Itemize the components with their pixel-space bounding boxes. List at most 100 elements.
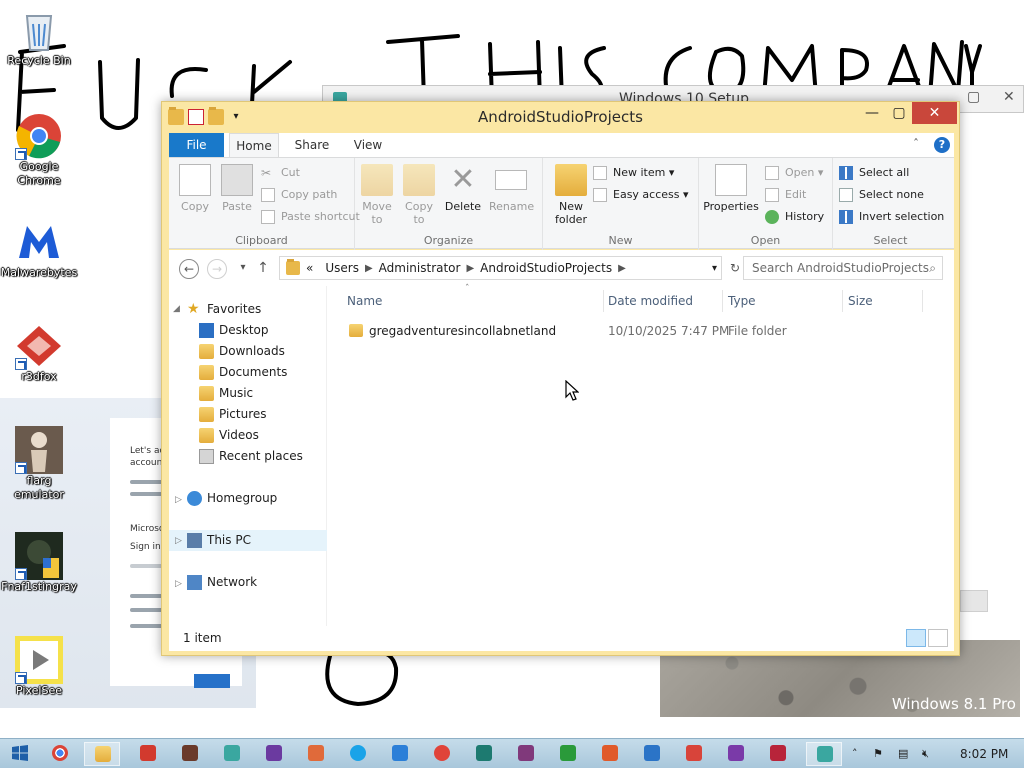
nav-item-pictures[interactable]: Pictures xyxy=(197,404,267,425)
taskbar-app-6[interactable] xyxy=(382,742,418,766)
close-button[interactable]: ✕ xyxy=(912,102,957,124)
help-button[interactable]: ? xyxy=(934,137,950,153)
move-to-button[interactable]: Move to xyxy=(355,164,399,226)
desktop-icon-flarg-emulator[interactable]: flarg emulator xyxy=(0,426,78,502)
navigation-pane[interactable]: ◢ ★ Favorites Desktop Downloads Document… xyxy=(169,286,327,626)
recent-locations-dropdown[interactable]: ▾ xyxy=(233,259,253,279)
large-icons-view-button[interactable] xyxy=(928,629,948,647)
nav-item-downloads[interactable]: Downloads xyxy=(197,341,285,362)
edit-button[interactable]: Edit xyxy=(765,185,806,205)
action-center-flag-icon[interactable]: ⚑ xyxy=(873,747,883,760)
easy-access-button[interactable]: Easy access ▾ xyxy=(593,185,689,205)
back-button[interactable]: ← xyxy=(179,259,199,279)
nav-item-documents[interactable]: Documents xyxy=(197,362,287,383)
file-list[interactable]: ˆ Name Date modified Type Size gregadven… xyxy=(329,284,954,626)
desktop-icon-pixelsee[interactable]: PixelSee xyxy=(0,636,78,698)
tab-view[interactable]: View xyxy=(345,133,391,157)
breadcrumb-overflow[interactable]: « xyxy=(300,261,319,275)
rename-button[interactable]: Rename xyxy=(489,164,534,213)
desktop-icon-recycle-bin[interactable]: Recycle Bin xyxy=(0,6,78,68)
nav-item-this-pc[interactable]: ▷ This PC xyxy=(169,530,327,551)
taskbar-app-12[interactable] xyxy=(718,742,754,766)
forward-button[interactable]: → xyxy=(207,259,227,279)
taskbar-app-4[interactable] xyxy=(256,742,292,766)
tab-file[interactable]: File xyxy=(169,133,224,157)
show-hidden-icons-icon[interactable]: ˄ xyxy=(852,747,858,760)
breadcrumb-users[interactable]: Users xyxy=(319,261,365,275)
expand-homegroup-icon[interactable]: ▷ xyxy=(175,495,182,505)
tab-share[interactable]: Share xyxy=(289,133,335,157)
breadcrumb-separator-icon[interactable]: ▶ xyxy=(466,263,474,274)
network-tray-icon[interactable]: ▤ xyxy=(898,747,908,760)
breadcrumb-androidstudioprojects[interactable]: AndroidStudioProjects xyxy=(474,261,618,275)
taskbar-skype[interactable] xyxy=(340,742,376,766)
taskbar-onenote[interactable] xyxy=(508,742,544,766)
desktop-icon-google-chrome[interactable]: Google Chrome xyxy=(0,112,78,188)
expand-network-icon[interactable]: ▷ xyxy=(175,579,182,589)
breadcrumb-separator-icon[interactable]: ▶ xyxy=(618,263,626,274)
nav-item-videos[interactable]: Videos xyxy=(197,425,259,446)
nav-item-desktop[interactable]: Desktop xyxy=(197,320,269,341)
taskbar-app-7[interactable] xyxy=(424,742,460,766)
open-button[interactable]: Open ▾ xyxy=(765,163,823,183)
invert-selection-button[interactable]: Invert selection xyxy=(839,207,944,227)
taskbar-clock[interactable]: 8:02 PM xyxy=(960,747,1008,761)
history-button[interactable]: History xyxy=(765,207,824,227)
taskbar-app-10[interactable] xyxy=(592,742,628,766)
taskbar-app-3[interactable] xyxy=(214,742,250,766)
breadcrumb-administrator[interactable]: Administrator xyxy=(373,261,467,275)
taskbar-app-2[interactable] xyxy=(172,742,208,766)
taskbar-chrome[interactable] xyxy=(42,742,78,766)
breadcrumb-separator-icon[interactable]: ▶ xyxy=(365,263,373,274)
expand-this-pc-icon[interactable]: ▷ xyxy=(175,531,182,552)
address-bar[interactable]: « Users ▶ Administrator ▶ AndroidStudioP… xyxy=(279,256,722,280)
taskbar-app-11[interactable] xyxy=(676,742,712,766)
paste-button[interactable]: Paste xyxy=(215,164,259,213)
background-maximize-icon[interactable]: ▢ xyxy=(967,89,980,105)
delete-button[interactable]: ✕ Delete xyxy=(441,164,485,214)
nav-item-favorites[interactable]: ★ Favorites xyxy=(185,299,261,320)
taskbar-onedrive[interactable] xyxy=(634,742,670,766)
column-header-date-modified[interactable]: Date modified xyxy=(608,294,693,308)
taskbar-app-8[interactable] xyxy=(466,742,502,766)
new-folder-button[interactable]: New folder xyxy=(549,164,593,226)
taskbar-setup[interactable] xyxy=(806,742,842,766)
desktop-icon-fnaf1stingray[interactable]: Fnaf1stingray xyxy=(0,532,78,594)
copy-path-button[interactable]: Copy path xyxy=(261,185,337,205)
column-separator[interactable] xyxy=(603,290,604,312)
column-header-name[interactable]: Name xyxy=(347,294,382,308)
file-explorer-window[interactable]: ▾ AndroidStudioProjects — ▢ ✕ File Home … xyxy=(161,101,960,656)
taskbar-app-13[interactable] xyxy=(760,742,796,766)
up-button[interactable]: ↑ xyxy=(253,259,273,279)
column-separator[interactable] xyxy=(922,290,923,312)
taskbar-app-5[interactable] xyxy=(298,742,334,766)
new-item-button[interactable]: New item ▾ xyxy=(593,163,674,183)
properties-button[interactable]: Properties xyxy=(703,164,759,213)
desktop-icon-r3dfox[interactable]: r3dfox xyxy=(0,322,78,384)
column-header-size[interactable]: Size xyxy=(848,294,873,308)
background-close-icon[interactable]: ✕ xyxy=(1003,89,1015,105)
column-separator[interactable] xyxy=(842,290,843,312)
taskbar-file-explorer[interactable] xyxy=(84,742,120,766)
address-dropdown-icon[interactable]: ▾ xyxy=(712,263,717,274)
desktop-icon-malwarebytes[interactable]: Malwarebytes xyxy=(0,218,78,280)
column-header-type[interactable]: Type xyxy=(728,294,756,308)
background-setup-button[interactable] xyxy=(960,590,988,612)
signin-next-button[interactable] xyxy=(194,674,230,688)
refresh-button[interactable]: ↻ xyxy=(725,259,745,279)
column-separator[interactable] xyxy=(722,290,723,312)
nav-item-recent-places[interactable]: Recent places xyxy=(197,446,303,467)
taskbar-app-1[interactable] xyxy=(130,742,166,766)
window-titlebar[interactable]: ▾ AndroidStudioProjects — ▢ ✕ xyxy=(162,102,959,132)
start-button[interactable] xyxy=(2,742,38,766)
volume-muted-icon[interactable]: 🔇︎ xyxy=(922,747,929,761)
nav-item-network[interactable]: Network xyxy=(185,572,257,593)
select-none-button[interactable]: Select none xyxy=(839,185,924,205)
search-box[interactable]: Search AndroidStudioProjects ⌕ xyxy=(743,256,943,280)
taskbar-app-9[interactable] xyxy=(550,742,586,766)
details-view-button[interactable] xyxy=(906,629,926,647)
select-all-button[interactable]: Select all xyxy=(839,163,909,183)
expand-ribbon-icon[interactable]: ˆ xyxy=(913,137,919,151)
nav-item-homegroup[interactable]: Homegroup xyxy=(185,488,277,509)
file-row[interactable]: gregadventuresincollabnetland 10/10/2025… xyxy=(345,320,925,342)
